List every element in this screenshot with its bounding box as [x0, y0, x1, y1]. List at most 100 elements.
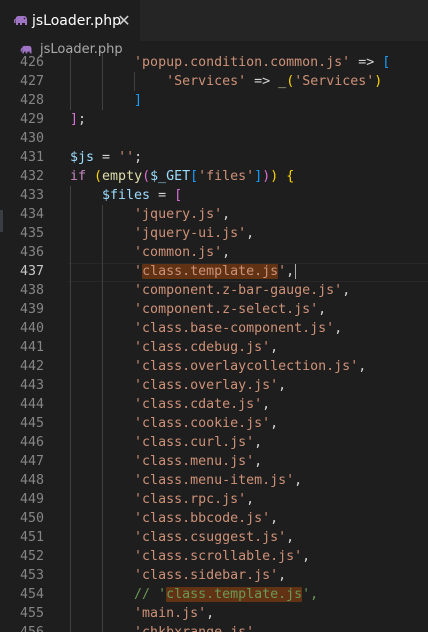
code-line[interactable]: 426 'popup.condition.common.js' => [	[0, 53, 428, 72]
code-token: {	[286, 169, 295, 184]
line-number: 441	[19, 340, 44, 355]
code-token: $files	[102, 188, 151, 203]
code-line[interactable]: 427 'Services' => _('Services')	[0, 72, 428, 91]
code-line[interactable]: 439 'component.z-select.js',	[0, 300, 428, 319]
line-number: 456	[0, 623, 44, 632]
code-token: 'class.curl.js'	[134, 435, 255, 450]
code-text: 'main.js',	[70, 604, 214, 623]
line-number: 431	[19, 150, 44, 165]
code-token: 'class.rpc.js'	[134, 492, 247, 507]
code-token: ,	[262, 397, 271, 412]
code-token: 'jquery-ui.js'	[134, 226, 247, 241]
code-token: ,	[302, 549, 311, 564]
code-token: _	[278, 74, 287, 89]
code-line[interactable]: 444 'class.cdate.js',	[0, 395, 428, 414]
code-text: $js = '';	[70, 148, 142, 167]
code-text: 'class.overlaycollection.js',	[70, 357, 366, 376]
line-number: 454	[19, 587, 44, 602]
code-line[interactable]: 446 'class.curl.js',	[0, 433, 428, 452]
line-number: 450	[19, 511, 44, 526]
close-icon[interactable]: ✕	[114, 11, 134, 31]
code-text: 'class.template.js',	[70, 262, 294, 281]
line-number: 448	[19, 473, 44, 488]
code-line[interactable]: 436 'common.js',	[0, 243, 428, 262]
code-text: 'class.cookie.js',	[70, 414, 278, 433]
code-token: 'class.overlaycollection.js'	[134, 359, 359, 374]
code-token: 'class.cookie.js'	[134, 416, 271, 431]
code-line[interactable]: 452 'class.scrollable.js',	[0, 547, 428, 566]
code-line[interactable]: 440 'class.base-component.js',	[0, 319, 428, 338]
code-token: $_GET	[150, 169, 191, 184]
code-line[interactable]: 433 $files = [	[0, 186, 428, 205]
code-line[interactable]: 432 if (empty($_GET['files'])) {	[0, 167, 428, 186]
code-text: 'component.z-select.js',	[70, 300, 326, 319]
code-token: ,	[294, 473, 303, 488]
code-line[interactable]: 451 'class.csuggest.js',	[0, 528, 428, 547]
line-number: 432	[19, 169, 44, 184]
code-line[interactable]: 455 'main.js',	[0, 604, 428, 623]
code-line[interactable]: 454 // 'class.template.js',	[0, 585, 428, 604]
tab-jsloader[interactable]: jsLoader.php ✕	[0, 0, 140, 45]
code-line[interactable]: 447 'class.menu.js',	[0, 452, 428, 471]
tab-title: jsLoader.php	[32, 13, 121, 29]
code-text: 'class.rpc.js',	[70, 490, 254, 509]
code-text: $files = [	[70, 186, 182, 205]
code-token: 'jquery.js'	[134, 207, 223, 222]
code-token: ,	[278, 378, 287, 393]
code-token: // '	[134, 587, 167, 602]
php-elephant-icon	[14, 16, 27, 25]
gutter-marker	[0, 210, 3, 232]
code-token: ,	[286, 530, 295, 545]
code-line[interactable]: 450 'class.bbcode.js',	[0, 509, 428, 528]
line-number: 428	[19, 93, 44, 108]
code-token: ,	[206, 606, 215, 621]
code-editor[interactable]: 426 'popup.condition.common.js' => [427 …	[0, 53, 428, 632]
code-token: 'popup.condition.common.js'	[134, 55, 351, 70]
code-line[interactable]: 431 $js = '';	[0, 148, 428, 167]
code-token: (	[142, 169, 151, 184]
code-token: 'files'	[198, 169, 255, 184]
code-line[interactable]: 449 'class.rpc.js',	[0, 490, 428, 509]
code-text: ]	[70, 91, 142, 110]
line-number: 455	[19, 606, 44, 621]
code-text: 'component.z-bar-gauge.js',	[70, 281, 350, 300]
code-token: ]	[254, 169, 263, 184]
code-line[interactable]: 430	[0, 129, 428, 148]
code-text: 'class.menu.js',	[70, 452, 262, 471]
code-line[interactable]: 442 'class.overlaycollection.js',	[0, 357, 428, 376]
code-line[interactable]: 429];	[0, 110, 428, 129]
code-token: 'component.z-select.js'	[134, 302, 319, 317]
code-line[interactable]: 437 'class.template.js',	[0, 262, 428, 282]
code-token: ,	[254, 625, 262, 632]
code-line[interactable]: 456 'chkbxrange.js',	[0, 623, 428, 632]
code-token: empty	[102, 169, 143, 184]
code-text: 'class.bbcode.js',	[70, 509, 278, 528]
code-line[interactable]: 445 'class.cookie.js',	[0, 414, 428, 433]
code-text: if (empty($_GET['files'])) {	[70, 167, 294, 186]
code-line[interactable]: 441 'class.cdebug.js',	[0, 338, 428, 357]
code-text: 'class.base-component.js',	[70, 319, 342, 338]
code-token: =	[150, 188, 175, 203]
code-line[interactable]: 435 'jquery-ui.js',	[0, 224, 428, 243]
code-token: ,	[286, 264, 295, 279]
tab-bar: jsLoader.php ✕	[0, 0, 428, 45]
code-line[interactable]: 448 'class.menu-item.js',	[0, 471, 428, 490]
code-line[interactable]: 428 ]	[0, 91, 428, 110]
code-line[interactable]: 434 'jquery.js',	[0, 205, 428, 224]
line-number: 452	[19, 549, 44, 564]
code-line[interactable]: 443 'class.overlay.js',	[0, 376, 428, 395]
code-line[interactable]: 438 'component.z-bar-gauge.js',	[0, 281, 428, 300]
code-line[interactable]: 453 'class.sidebar.js',	[0, 566, 428, 585]
code-token: 'common.js'	[134, 245, 223, 260]
